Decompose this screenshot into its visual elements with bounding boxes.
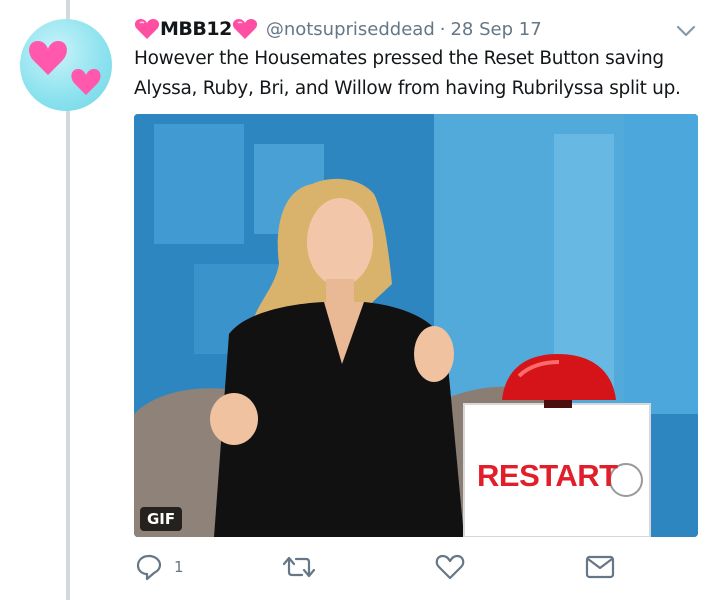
gif-badge: GIF (140, 507, 183, 531)
retweet-button[interactable] (282, 552, 316, 582)
display-name[interactable]: MBB12 (160, 18, 232, 40)
user-handle[interactable]: @notsupriseddead (266, 19, 435, 40)
reply-icon (136, 554, 162, 581)
tweet-media-gif[interactable]: RESTART GIF (134, 114, 698, 537)
tweet-actions: 1 (134, 552, 694, 592)
heart-emoji-icon (232, 19, 257, 39)
separator-dot: · (439, 18, 446, 40)
hearts-avatar-icon (29, 41, 101, 95)
heart-icon (435, 554, 465, 580)
chevron-down-icon[interactable] (675, 22, 697, 40)
reply-button[interactable]: 1 (134, 552, 184, 582)
avatar[interactable] (20, 19, 112, 111)
retweet-icon (282, 556, 316, 578)
tweet-text: However the Housemates pressed the Reset… (134, 48, 681, 99)
direct-message-button[interactable] (584, 552, 616, 582)
restart-label: RESTART (477, 458, 618, 493)
tweet-header: MBB12 @notsupriseddead · 28 Sep 17 (134, 14, 694, 44)
tweet-date[interactable]: 28 Sep 17 (450, 19, 541, 40)
reply-count: 1 (174, 558, 184, 576)
envelope-icon (585, 555, 615, 579)
heart-emoji-icon (134, 19, 160, 39)
like-button[interactable] (434, 552, 466, 582)
